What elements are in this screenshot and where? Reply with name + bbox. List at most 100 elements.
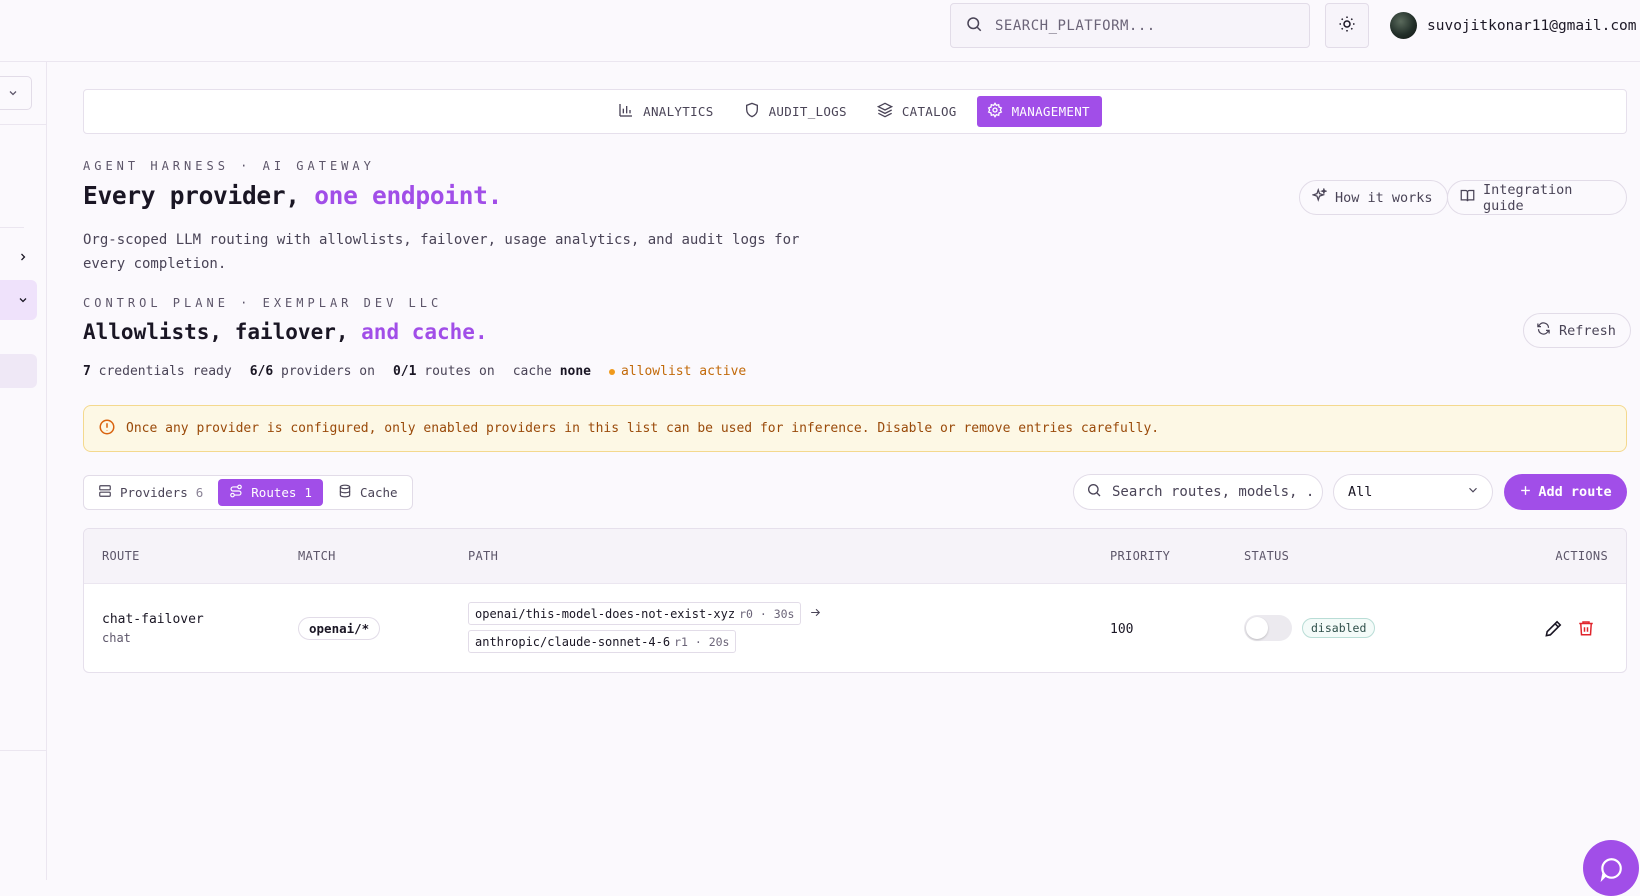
sidebar-collapse-button[interactable]	[0, 76, 32, 110]
user-menu[interactable]: suvojitkonar11@gmail.com	[1390, 12, 1637, 39]
column-priority[interactable]: PRIORITY	[1110, 549, 1170, 563]
pencil-icon	[1544, 620, 1563, 642]
tab-label: MANAGEMENT	[1011, 104, 1090, 119]
tab-routes[interactable]: Routes 1	[218, 479, 323, 506]
refresh-button[interactable]: Refresh	[1523, 313, 1631, 348]
section-title: Allowlists, failover, and cache.	[83, 320, 488, 344]
column-match[interactable]: MATCH	[298, 549, 336, 563]
chat-bubble-icon	[1598, 856, 1624, 886]
tab-catalog[interactable]: CATALOG	[867, 96, 969, 127]
routes-table: ROUTE MATCH PATH PRIORITY STATUS ACTIONS…	[83, 528, 1627, 673]
chevron-right-icon	[17, 248, 29, 267]
path-meta: r1 · 20s	[674, 634, 730, 649]
tab-providers[interactable]: Providers 6	[87, 479, 214, 506]
routes-stat: 0/1 routes on	[392, 364, 495, 379]
avatar	[1390, 12, 1417, 39]
route-search-input[interactable]	[1112, 484, 1312, 500]
sidebar	[0, 62, 47, 880]
providers-stat: 6/6 providers on	[249, 364, 375, 379]
column-route[interactable]: ROUTE	[102, 549, 140, 563]
sidebar-divider	[0, 124, 47, 125]
chevron-down-icon	[1466, 483, 1480, 501]
trash-icon	[1577, 621, 1595, 641]
integration-guide-button[interactable]: Integration guide	[1447, 180, 1627, 215]
cache-stat: cache none	[512, 364, 591, 379]
path-step: openai/this-model-does-not-exist-xyz r0 …	[468, 602, 822, 625]
control-eyebrow: CONTROL PLANE · EXEMPLAR DEV LLC	[83, 296, 443, 310]
page-title: Every provider, one endpoint.	[83, 181, 502, 210]
global-search-placeholder: SEARCH_PLATFORM...	[995, 17, 1156, 34]
priority-value: 100	[1110, 622, 1134, 637]
book-icon	[1460, 188, 1475, 207]
user-email: suvojitkonar11@gmail.com	[1427, 17, 1637, 34]
path-step: anthropic/claude-sonnet-4-6 r1 · 20s	[468, 630, 822, 653]
gear-icon	[987, 102, 1003, 121]
path-model: openai/this-model-does-not-exist-xyz	[475, 606, 736, 621]
hero-description: Org-scoped LLM routing with allowlists, …	[83, 232, 800, 272]
column-path[interactable]: PATH	[468, 549, 498, 563]
global-search[interactable]: SEARCH_PLATFORM...	[950, 3, 1310, 48]
sidebar-item-expand[interactable]	[0, 237, 37, 277]
path-chip: anthropic/claude-sonnet-4-6 r1 · 20s	[468, 630, 737, 653]
sparkles-icon	[1311, 187, 1328, 207]
layers-icon	[876, 102, 893, 121]
route-enabled-toggle[interactable]	[1244, 615, 1292, 641]
status-dot	[609, 368, 615, 375]
database-icon	[338, 484, 352, 501]
shield-icon	[744, 102, 760, 121]
sidebar-item-selected[interactable]	[0, 354, 37, 388]
search-icon	[965, 15, 983, 37]
server-icon	[98, 484, 112, 501]
route-search[interactable]	[1073, 474, 1323, 510]
status-filter-select[interactable]: All	[1333, 474, 1493, 510]
tab-management[interactable]: MANAGEMENT	[976, 96, 1102, 127]
chevron-down-icon	[7, 84, 19, 103]
theme-toggle-button[interactable]	[1325, 3, 1369, 48]
how-it-works-label: How it works	[1335, 189, 1433, 206]
path-model: anthropic/claude-sonnet-4-6	[475, 634, 671, 649]
arrow-right-icon	[809, 604, 822, 623]
hero-eyebrow: AGENT HARNESS · AI GATEWAY	[83, 159, 375, 173]
tab-cache[interactable]: Cache	[327, 479, 409, 506]
add-route-label: Add route	[1538, 484, 1612, 500]
add-route-button[interactable]: Add route	[1504, 474, 1627, 510]
tab-label: Cache	[359, 485, 398, 500]
column-actions: ACTIONS	[1555, 549, 1608, 563]
bar-chart-icon	[618, 102, 634, 121]
route-type: chat	[102, 631, 131, 645]
tab-count: 6	[195, 485, 204, 500]
chat-button[interactable]	[1583, 840, 1639, 896]
path-cell: openai/this-model-does-not-exist-xyz r0 …	[468, 602, 822, 653]
search-icon	[1086, 482, 1102, 502]
tab-count: 1	[304, 485, 312, 500]
allowlist-status-badge: allowlist active	[609, 364, 746, 379]
tab-audit-logs[interactable]: AUDIT_LOGS	[734, 96, 859, 127]
column-status[interactable]: STATUS	[1244, 549, 1289, 563]
chevron-down-icon	[17, 291, 29, 310]
status-filter-value: All	[1348, 484, 1373, 500]
tab-label: Providers	[120, 485, 188, 500]
section-nav: ANALYTICS AUDIT_LOGS CATALOG MANAGEMENT	[83, 89, 1627, 134]
edit-button[interactable]	[1544, 619, 1563, 642]
page-title-plain: Every provider,	[83, 181, 315, 210]
allowlist-warning: Once any provider is configured, only en…	[83, 405, 1627, 452]
table-header: ROUTE MATCH PATH PRIORITY STATUS ACTIONS	[84, 529, 1626, 584]
match-cell: openai/*	[298, 617, 381, 640]
sidebar-divider	[0, 750, 47, 751]
sidebar-divider	[0, 227, 24, 228]
tab-analytics[interactable]: ANALYTICS	[608, 96, 725, 127]
refresh-label: Refresh	[1559, 322, 1616, 339]
sidebar-item-active[interactable]	[0, 280, 37, 320]
tab-label: ANALYTICS	[643, 104, 714, 119]
path-meta: r0 · 30s	[739, 606, 795, 621]
section-title-accent: and cache.	[361, 320, 488, 344]
tab-label: Routes	[251, 485, 297, 500]
credentials-stat: 7 credentials ready	[83, 364, 232, 379]
tab-label: CATALOG	[901, 104, 957, 119]
status-cell: disabled	[1244, 615, 1376, 641]
route-name: chat-failover	[102, 612, 204, 627]
delete-button[interactable]	[1577, 619, 1595, 642]
actions-cell	[1544, 619, 1595, 642]
how-it-works-button[interactable]: How it works	[1299, 180, 1448, 215]
path-chip: openai/this-model-does-not-exist-xyz r0 …	[468, 602, 802, 625]
